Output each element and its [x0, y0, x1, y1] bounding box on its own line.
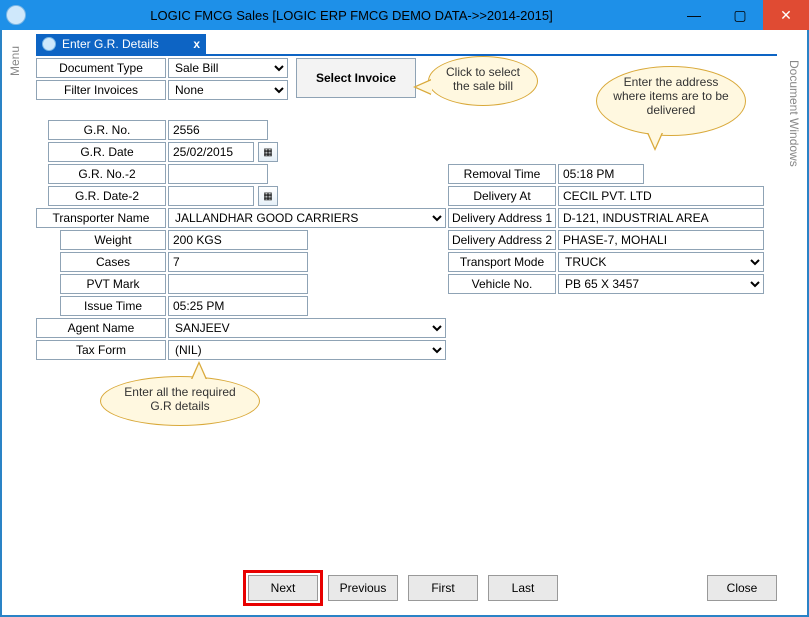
app-icon [6, 5, 26, 25]
removal-time-label: Removal Time [448, 164, 556, 184]
gr-date2-cal-icon[interactable]: ▦ [258, 186, 278, 206]
gr-no2-label: G.R. No.-2 [48, 164, 166, 184]
filter-invoices-label: Filter Invoices [36, 80, 166, 100]
delivery-at-input[interactable] [558, 186, 764, 206]
gr-date-input[interactable] [168, 142, 254, 162]
addr2-label: Delivery Address 2 [448, 230, 556, 250]
gr-date2-label: G.R. Date-2 [48, 186, 166, 206]
transport-mode-label: Transport Mode [448, 252, 556, 272]
form-area: Document Type Sale Bill Filter Invoices … [36, 58, 777, 575]
transporter-select[interactable]: JALLANDHAR GOOD CARRIERS [168, 208, 446, 228]
window-close-button[interactable]: ✕ [763, 0, 809, 30]
first-button[interactable]: First [408, 575, 478, 601]
left-dock-tab[interactable]: Menu [8, 46, 22, 76]
cases-label: Cases [60, 252, 166, 272]
callout-select-invoice: Click to select the sale bill [428, 56, 538, 106]
gr-date-label: G.R. Date [48, 142, 166, 162]
gr-no-label: G.R. No. [48, 120, 166, 140]
removal-time-input[interactable] [558, 164, 644, 184]
document-type-label: Document Type [36, 58, 166, 78]
gr-date-cal-icon[interactable]: ▦ [258, 142, 278, 162]
transport-mode-select[interactable]: TRUCK [558, 252, 764, 272]
select-invoice-button[interactable]: Select Invoice [296, 58, 416, 98]
pvt-mark-label: PVT Mark [60, 274, 166, 294]
vehicle-select[interactable]: PB 65 X 3457 [558, 274, 764, 294]
agent-select[interactable]: SANJEEV [168, 318, 446, 338]
tab-title: Enter G.R. Details [62, 37, 159, 51]
addr1-label: Delivery Address 1 [448, 208, 556, 228]
tab-icon [42, 37, 56, 51]
right-dock-tab[interactable]: Document Windows [787, 60, 801, 167]
minimize-button[interactable]: — [671, 0, 717, 30]
last-button[interactable]: Last [488, 575, 558, 601]
document-type-select[interactable]: Sale Bill [168, 58, 288, 78]
window-titlebar: LOGIC FMCG Sales [LOGIC ERP FMCG DEMO DA… [0, 0, 809, 30]
button-bar: Next Previous First Last Close [36, 575, 777, 605]
close-button[interactable]: Close [707, 575, 777, 601]
delivery-at-label: Delivery At [448, 186, 556, 206]
cases-input[interactable] [168, 252, 308, 272]
gr-no2-input[interactable] [168, 164, 268, 184]
tab-underline [36, 54, 777, 56]
next-button[interactable]: Next [248, 575, 318, 601]
gr-no-input[interactable] [168, 120, 268, 140]
window-title: LOGIC FMCG Sales [LOGIC ERP FMCG DEMO DA… [32, 8, 671, 23]
tax-form-select[interactable]: (NIL) [168, 340, 446, 360]
filter-invoices-select[interactable]: None [168, 80, 288, 100]
callout-gr-details: Enter all the required G.R details [100, 376, 260, 426]
transporter-label: Transporter Name [36, 208, 166, 228]
previous-button[interactable]: Previous [328, 575, 398, 601]
agent-label: Agent Name [36, 318, 166, 338]
tab-close-icon[interactable]: x [193, 37, 200, 51]
weight-input[interactable] [168, 230, 308, 250]
addr2-input[interactable] [558, 230, 764, 250]
maximize-button[interactable]: ▢ [717, 0, 763, 30]
callout-delivery-address: Enter the address where items are to be … [596, 66, 746, 136]
issue-time-label: Issue Time [60, 296, 166, 316]
weight-label: Weight [60, 230, 166, 250]
issue-time-input[interactable] [168, 296, 308, 316]
pvt-mark-input[interactable] [168, 274, 308, 294]
client-area: Menu Document Windows Enter G.R. Details… [0, 30, 809, 617]
gr-date2-input[interactable] [168, 186, 254, 206]
tax-form-label: Tax Form [36, 340, 166, 360]
addr1-input[interactable] [558, 208, 764, 228]
inner-tab-header: Enter G.R. Details x [36, 34, 206, 54]
vehicle-label: Vehicle No. [448, 274, 556, 294]
